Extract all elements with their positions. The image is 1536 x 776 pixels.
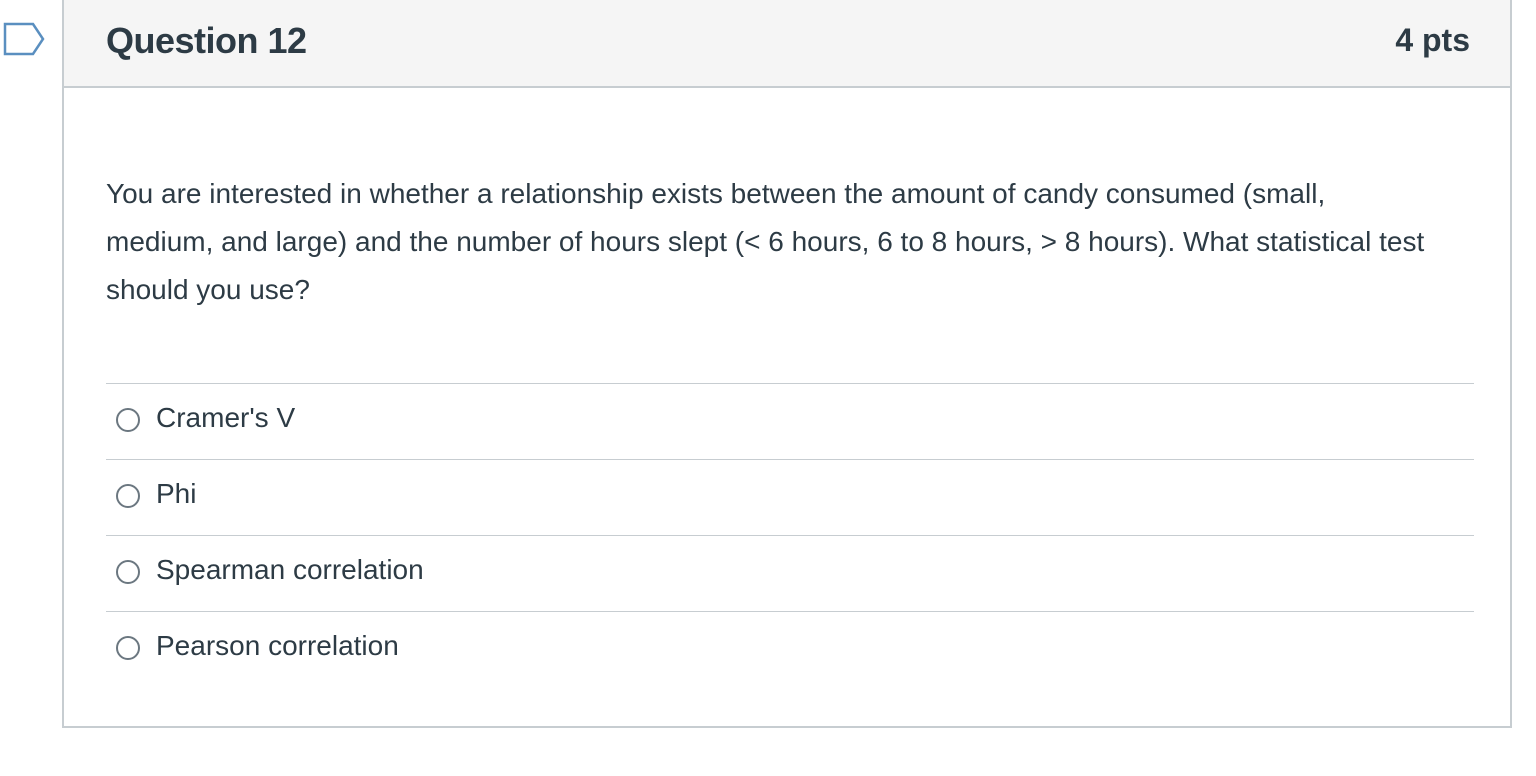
answer-label: Phi — [156, 478, 197, 509]
question-text: You are interested in whether a relation… — [106, 178, 1425, 305]
question-card: Question 12 4 pts You are interested in … — [62, 0, 1512, 728]
radio-button[interactable] — [116, 408, 140, 432]
radio-button[interactable] — [116, 484, 140, 508]
radio-button[interactable] — [116, 636, 140, 660]
answer-label: Cramer's V — [156, 402, 296, 433]
answer-option-pearson[interactable]: Pearson correlation — [106, 612, 1474, 687]
flag-question-icon[interactable] — [3, 22, 45, 56]
radio-button[interactable] — [116, 560, 140, 584]
answer-label: Pearson correlation — [156, 630, 399, 661]
question-title: Question 12 — [106, 20, 307, 61]
answer-label: Spearman correlation — [156, 554, 424, 585]
answer-option-phi[interactable]: Phi — [106, 460, 1474, 536]
answer-option-cramers-v[interactable]: Cramer's V — [106, 384, 1474, 460]
question-header: Question 12 4 pts — [64, 0, 1510, 88]
answer-list: Cramer's V Phi Spearman correlation Pear… — [106, 383, 1474, 687]
answer-option-spearman[interactable]: Spearman correlation — [106, 536, 1474, 612]
question-points: 4 pts — [1395, 22, 1470, 58]
